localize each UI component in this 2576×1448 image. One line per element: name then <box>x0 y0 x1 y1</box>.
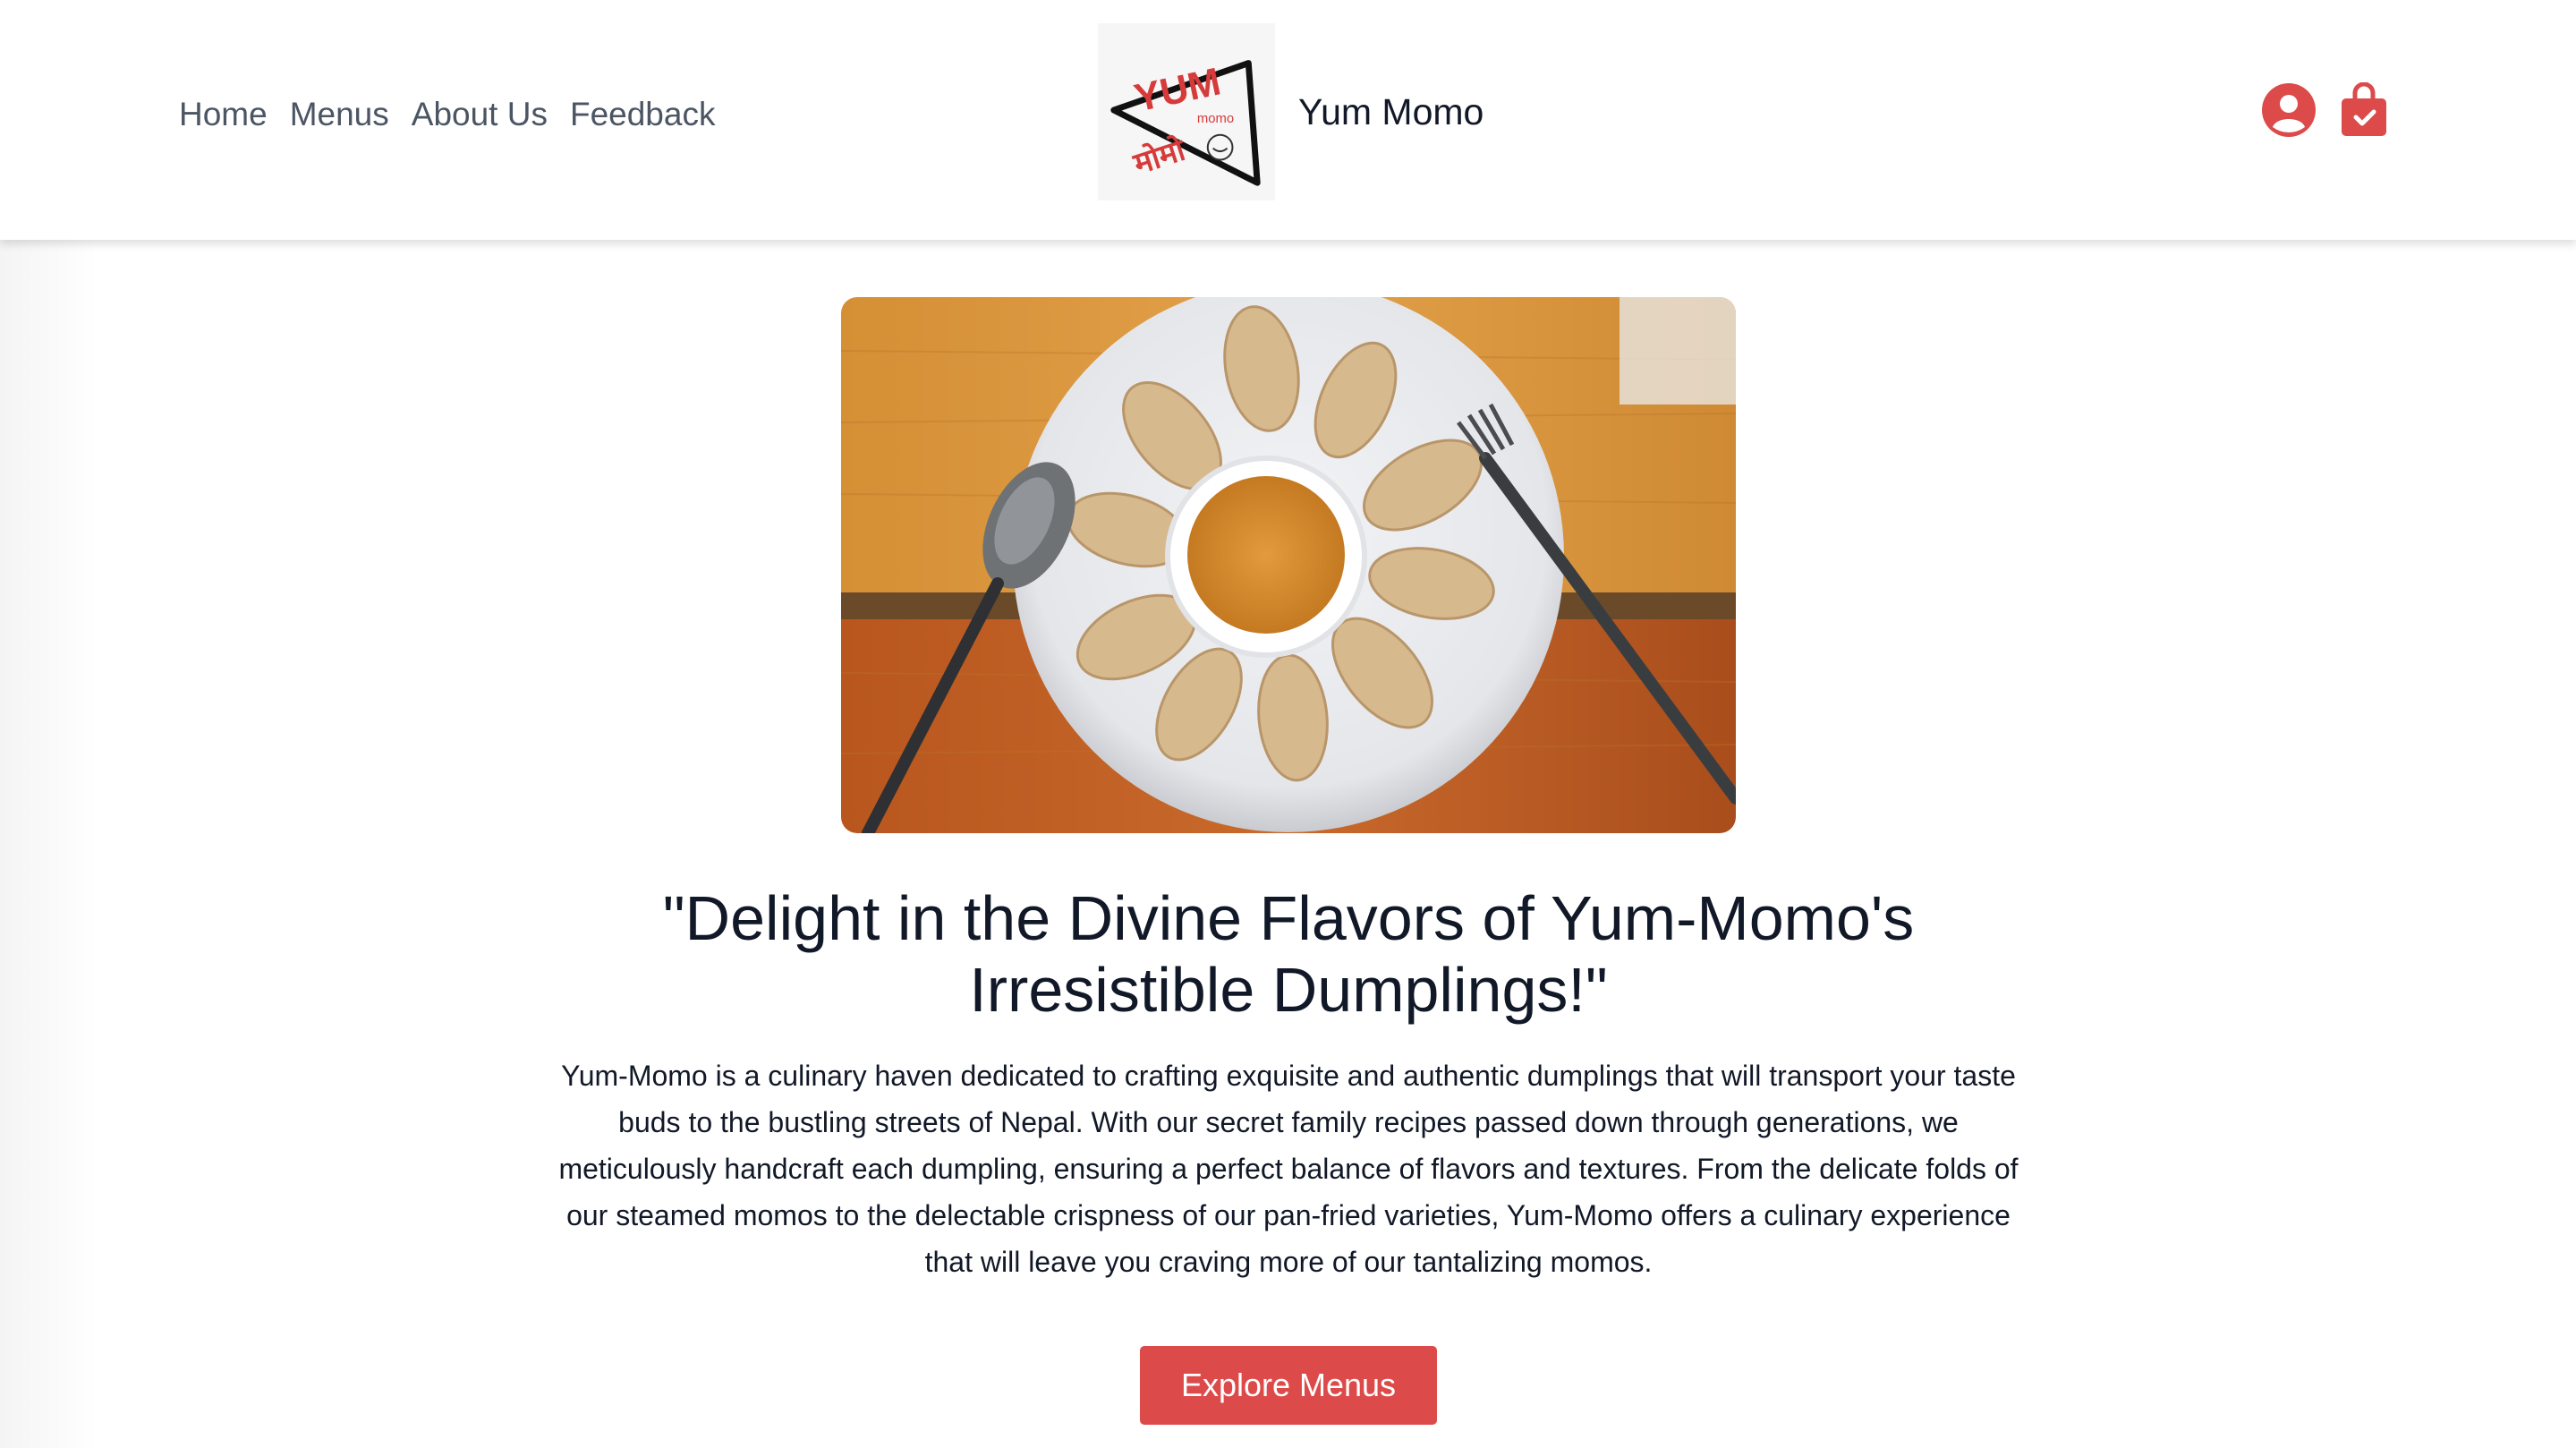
logo-momo-text: momo <box>1197 112 1234 126</box>
brand[interactable]: YUM momo मोमो Yum Momo <box>1098 23 1484 200</box>
hero-description: Yum-Momo is a culinary haven dedicated t… <box>558 1060 2019 1278</box>
header-icons <box>2261 82 2388 138</box>
nav-about-us[interactable]: About Us <box>412 93 548 136</box>
explore-menus-button[interactable]: Explore Menus <box>1140 1346 1437 1425</box>
brand-name: Yum Momo <box>1298 91 1484 132</box>
nav-home[interactable]: Home <box>179 93 268 136</box>
shopping-bag-icon[interactable] <box>2340 82 2388 138</box>
main-nav: Home Menus About Us Feedback <box>179 93 715 136</box>
brand-logo: YUM momo मोमो <box>1098 23 1275 200</box>
hero-heading: "Delight in the Divine Flavors of Yum-Mo… <box>662 883 1915 1025</box>
nav-menus[interactable]: Menus <box>290 93 389 136</box>
nav-feedback[interactable]: Feedback <box>570 93 716 136</box>
user-circle-icon[interactable] <box>2261 82 2317 138</box>
momo-plate-photo <box>841 297 1736 833</box>
site-header: Home Menus About Us Feedback YUM momo मो… <box>0 0 2576 240</box>
page: Home Menus About Us Feedback YUM momo मो… <box>0 0 2576 1448</box>
